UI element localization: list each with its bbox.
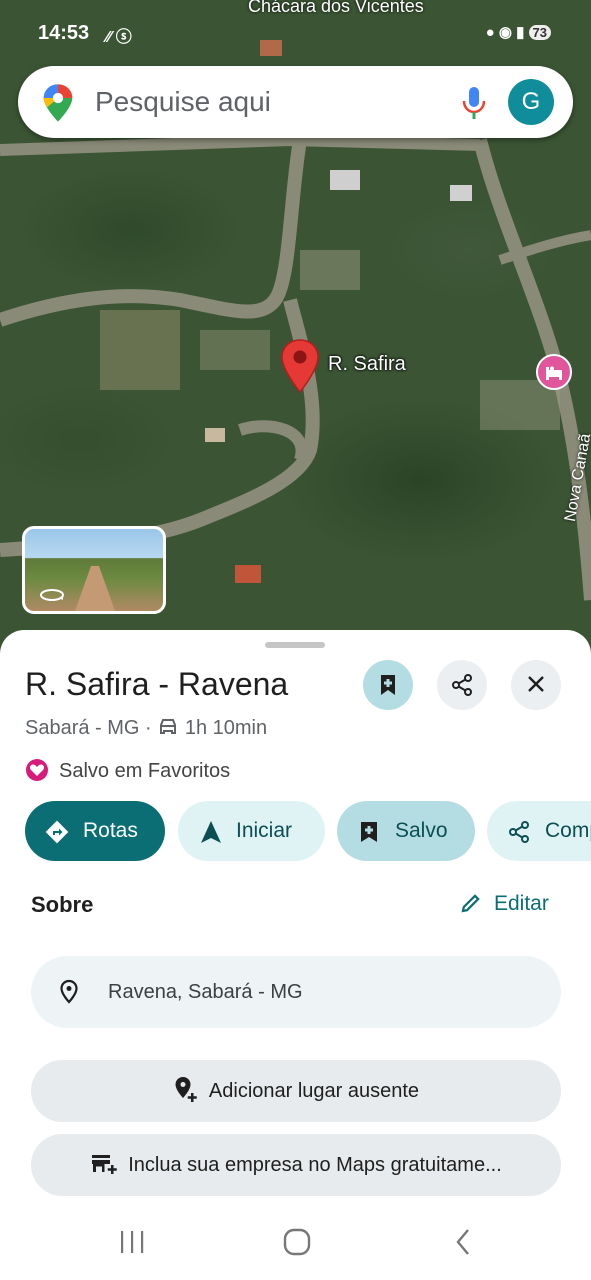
close-button[interactable] xyxy=(511,660,561,710)
status-bar: 14:53 ⁄⁄ ⓢ ● ◉ ▮ 73 xyxy=(38,20,551,48)
share-label: Compartilhar xyxy=(545,819,591,842)
share-icon-button[interactable] xyxy=(437,660,487,710)
drive-time: 1h 10min xyxy=(184,717,268,739)
search-placeholder[interactable]: Pesquise aqui xyxy=(95,86,271,118)
search-bar[interactable]: Pesquise aqui G xyxy=(18,66,573,138)
marker-label: R. Safira xyxy=(328,353,406,375)
add-missing-place-button[interactable]: Adicionar lugar ausente xyxy=(31,1060,561,1122)
status-time: 14:53 xyxy=(38,22,90,44)
directions-icon xyxy=(45,820,69,844)
add-missing-label: Adicionar lugar ausente xyxy=(208,1080,420,1102)
place-locality: Sabará - MG · xyxy=(25,717,158,739)
routes-button[interactable]: Rotas xyxy=(25,801,165,861)
saved-label: Salvo xyxy=(395,819,448,842)
account-avatar[interactable]: G xyxy=(508,79,554,125)
car-icon xyxy=(160,719,177,734)
navigation-arrow-icon xyxy=(201,821,221,843)
share-icon xyxy=(509,821,529,843)
close-icon xyxy=(528,676,544,692)
back-icon[interactable] xyxy=(453,1227,473,1257)
place-title: R. Safira - Ravena xyxy=(25,666,289,702)
favorites-heart-icon xyxy=(26,759,48,781)
add-location-icon xyxy=(175,1077,197,1102)
share-icon xyxy=(452,674,472,696)
notification-icons: ⁄⁄ ⓢ xyxy=(106,29,132,46)
system-icons: ● ◉ ▮ 73 xyxy=(486,23,551,41)
address-row[interactable]: Ravena, Sabará - MG xyxy=(31,956,561,1028)
saved-button[interactable]: Salvo xyxy=(337,801,475,861)
edit-label: Editar xyxy=(494,892,549,915)
satellite-map[interactable]: Chácara dos Vicentes 14:53 ⁄⁄ ⓢ ● ◉ ▮ 73… xyxy=(0,0,591,660)
street-view-thumbnail[interactable] xyxy=(22,526,166,614)
routes-label: Rotas xyxy=(83,819,138,842)
street-view-road xyxy=(75,566,115,611)
system-navigation-bar xyxy=(0,1200,591,1280)
home-icon[interactable] xyxy=(282,1227,312,1257)
address-text: Ravena, Sabará - MG xyxy=(108,981,303,1003)
share-button[interactable]: Compartilhar xyxy=(487,801,591,861)
pencil-icon xyxy=(461,894,480,913)
saved-list-row[interactable]: Salvo em Favoritos xyxy=(25,758,230,783)
google-maps-logo-icon xyxy=(43,84,73,122)
add-business-button[interactable]: Inclua sua empresa no Maps gratuitame... xyxy=(31,1134,561,1196)
bookmark-icon xyxy=(361,822,377,842)
location-pin-outline-icon xyxy=(60,979,78,1004)
start-label: Iniciar xyxy=(236,819,293,842)
recent-apps-icon[interactable] xyxy=(117,1229,147,1255)
bookmark-icon xyxy=(381,675,395,695)
drag-handle[interactable] xyxy=(265,642,325,648)
saved-text: Salvo em Favoritos xyxy=(59,760,231,782)
action-chips: Rotas Iniciar Salvo Compartil xyxy=(25,801,591,861)
location-pin-icon[interactable] xyxy=(280,338,320,394)
hotel-icon[interactable] xyxy=(536,354,572,390)
microphone-icon[interactable] xyxy=(461,86,487,120)
start-button[interactable]: Iniciar xyxy=(178,801,325,861)
about-heading: Sobre xyxy=(31,892,94,917)
place-subtitle: Sabará - MG · 1h 10min xyxy=(25,717,267,740)
add-business-icon xyxy=(92,1155,117,1174)
place-bottom-sheet: R. Safira - Ravena Sabará - MG · 1h 10mi… xyxy=(0,630,591,1280)
add-business-label: Inclua sua empresa no Maps gratuitame... xyxy=(128,1154,502,1176)
map-place-label[interactable]: Chácara dos Vicentes xyxy=(248,0,424,17)
rotate-360-icon xyxy=(40,589,64,601)
battery-icon: 73 xyxy=(528,25,551,40)
save-icon-button[interactable] xyxy=(363,660,413,710)
edit-button[interactable]: Editar xyxy=(460,892,549,916)
